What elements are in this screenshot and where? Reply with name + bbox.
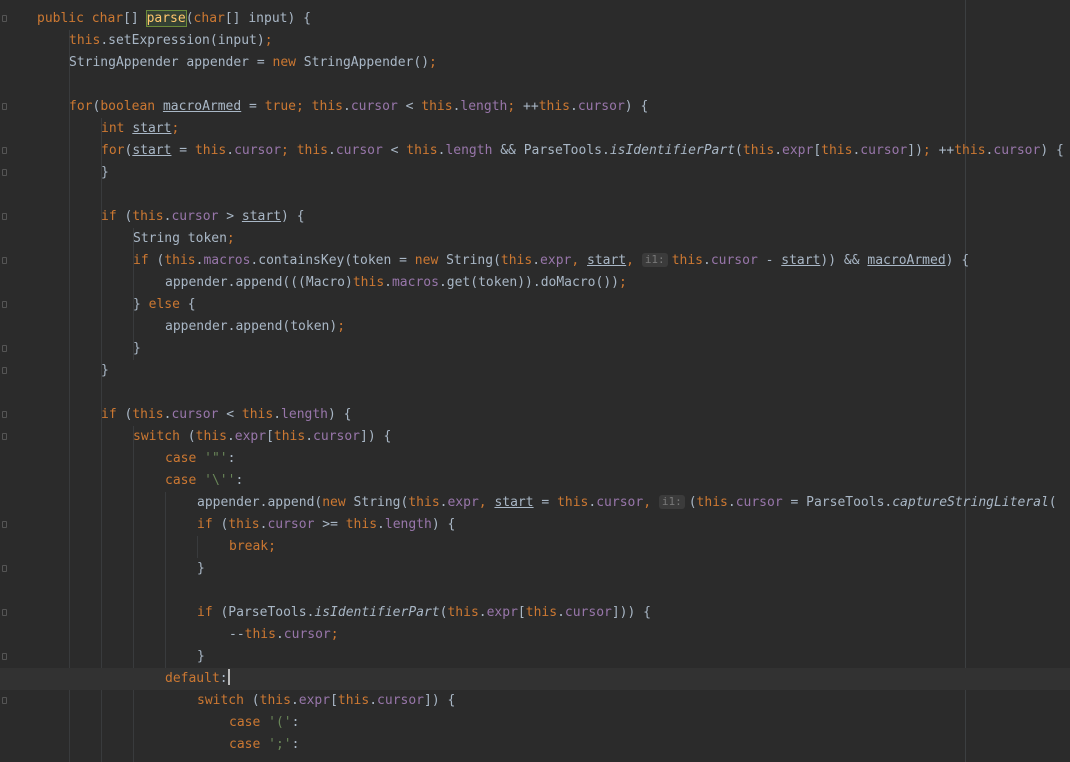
text-caret	[227, 669, 230, 685]
fold-marker-icon[interactable]	[2, 433, 7, 440]
fold-marker-icon[interactable]	[2, 345, 7, 352]
fold-marker-icon[interactable]	[2, 213, 7, 220]
code-line[interactable]	[37, 580, 1070, 602]
code-line[interactable]: appender.append(token);	[37, 316, 1070, 338]
code-line[interactable]: if (ParseTools.isIdentifierPart(this.exp…	[37, 602, 1070, 624]
fold-marker-icon[interactable]	[2, 609, 7, 616]
code-line[interactable]: if (this.cursor < this.length) {	[37, 404, 1070, 426]
code-line[interactable]: case '(':	[37, 712, 1070, 734]
code-line[interactable]: }	[37, 338, 1070, 360]
fold-marker-icon[interactable]	[2, 367, 7, 374]
code-line[interactable]: this.setExpression(input);	[37, 30, 1070, 52]
code-line[interactable]: for(start = this.cursor; this.cursor < t…	[37, 140, 1070, 162]
code-line[interactable]: case '\'':	[37, 470, 1070, 492]
code-line[interactable]: if (this.macros.containsKey(token = new …	[37, 250, 1070, 272]
fold-marker-icon[interactable]	[2, 257, 7, 264]
code-line[interactable]: public char[] parse(char[] input) {	[37, 8, 1070, 30]
fold-marker-icon[interactable]	[2, 521, 7, 528]
code-line[interactable]: appender.append(new String(this.expr, st…	[37, 492, 1070, 514]
code-line[interactable]: } else {	[37, 294, 1070, 316]
parameter-hint: i1:	[641, 253, 668, 267]
fold-marker-icon[interactable]	[2, 565, 7, 572]
fold-marker-icon[interactable]	[2, 169, 7, 176]
code-line[interactable]: }	[37, 558, 1070, 580]
fold-marker-icon[interactable]	[2, 301, 7, 308]
code-line[interactable]: break;	[37, 536, 1070, 558]
editor-gutter	[0, 0, 14, 762]
code-line[interactable]: switch (this.expr[this.cursor]) {	[37, 690, 1070, 712]
code-line[interactable]: case '"':	[37, 448, 1070, 470]
fold-marker-icon[interactable]	[2, 147, 7, 154]
code-line[interactable]	[37, 382, 1070, 404]
current-code-line[interactable]: default:	[0, 668, 1070, 690]
code-line[interactable]: String token;	[37, 228, 1070, 250]
code-line[interactable]: }	[37, 646, 1070, 668]
code-line[interactable]: for(boolean macroArmed = true; this.curs…	[37, 96, 1070, 118]
code-line[interactable]: int start;	[37, 118, 1070, 140]
method-name-highlight: parse	[145, 10, 187, 27]
code-editor[interactable]: public char[] parse(char[] input) { this…	[0, 8, 1070, 756]
fold-marker-icon[interactable]	[2, 697, 7, 704]
fold-marker-icon[interactable]	[2, 15, 7, 22]
code-line[interactable]: }	[37, 360, 1070, 382]
fold-marker-icon[interactable]	[2, 653, 7, 660]
code-line[interactable]: if (this.cursor > start) {	[37, 206, 1070, 228]
fold-marker-icon[interactable]	[2, 103, 7, 110]
code-line[interactable]: switch (this.expr[this.cursor]) {	[37, 426, 1070, 448]
parameter-hint: i1:	[658, 495, 685, 509]
code-line[interactable]: case ';':	[37, 734, 1070, 756]
code-line[interactable]: if (this.cursor >= this.length) {	[37, 514, 1070, 536]
code-line[interactable]	[37, 184, 1070, 206]
code-line[interactable]: }	[37, 162, 1070, 184]
code-line[interactable]: StringAppender appender = new StringAppe…	[37, 52, 1070, 74]
code-line[interactable]	[37, 74, 1070, 96]
code-line[interactable]: appender.append(((Macro)this.macros.get(…	[37, 272, 1070, 294]
fold-marker-icon[interactable]	[2, 411, 7, 418]
code-line[interactable]: --this.cursor;	[37, 624, 1070, 646]
